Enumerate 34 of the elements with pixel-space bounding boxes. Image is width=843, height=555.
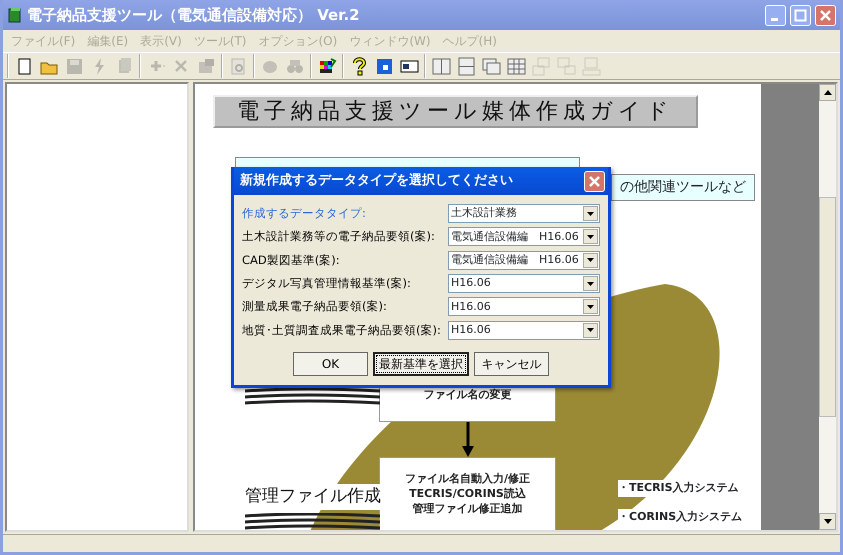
maximize-icon[interactable] (790, 4, 811, 26)
scrollbar[interactable] (819, 84, 836, 530)
dropdown[interactable]: 土木設計業務 (448, 204, 600, 224)
dialog-button[interactable]: OK (293, 352, 368, 376)
field-label: 作成するデータタイプ: (242, 205, 366, 222)
close-icon[interactable] (815, 4, 836, 26)
field-label: CAD製図基準(案): (242, 252, 340, 269)
window-title: 電子納品支援ツール（電気通信設備対応） Ver.2 (27, 4, 361, 26)
app-icon (7, 7, 23, 23)
minimize-icon[interactable] (765, 4, 786, 26)
wavy-lines-icon (245, 387, 380, 405)
dialog-title: 新規作成するデータタイプを選択してください (240, 172, 513, 190)
dropdown[interactable]: 電気通信設備編 H16.06 (448, 250, 600, 270)
dialog-button[interactable]: 最新基準を選択 (373, 352, 469, 376)
system-label: ・TECRIS入力システム (618, 480, 739, 496)
step-box: ファイル名自動入力/修正 TECRIS/CORINS読込 管理ファイル修正追加 (379, 457, 556, 530)
related-tools-label: の他関連ツールなど (611, 174, 755, 201)
scroll-thumb[interactable] (819, 197, 836, 417)
down-arrow (462, 422, 474, 457)
field-label: 地質･土質調査成果電子納品要領(案): (242, 322, 441, 338)
guide-heading: 電子納品支援ツール媒体作成ガイド (213, 95, 698, 128)
dropdown[interactable]: 電気通信設備編 H16.06 (448, 227, 600, 246)
scroll-up-icon[interactable] (819, 84, 836, 101)
close-icon[interactable] (584, 170, 605, 192)
scroll-down-icon[interactable] (819, 513, 836, 530)
dialog-button[interactable]: キャンセル (474, 352, 549, 376)
field-label: デジタル写真管理情報基準(案): (242, 274, 411, 292)
section-label: 管理ファイル作成 (245, 484, 381, 510)
dropdown[interactable]: H16.06 (448, 297, 600, 316)
dropdown[interactable]: H16.06 (448, 320, 600, 340)
field-label: 土木設計業務等の電子納品要領(案): (242, 228, 435, 246)
field-label: 測量成果電子納品要領(案): (242, 298, 387, 316)
dropdown[interactable]: H16.06 (448, 274, 600, 294)
wavy-lines-icon (245, 512, 380, 530)
